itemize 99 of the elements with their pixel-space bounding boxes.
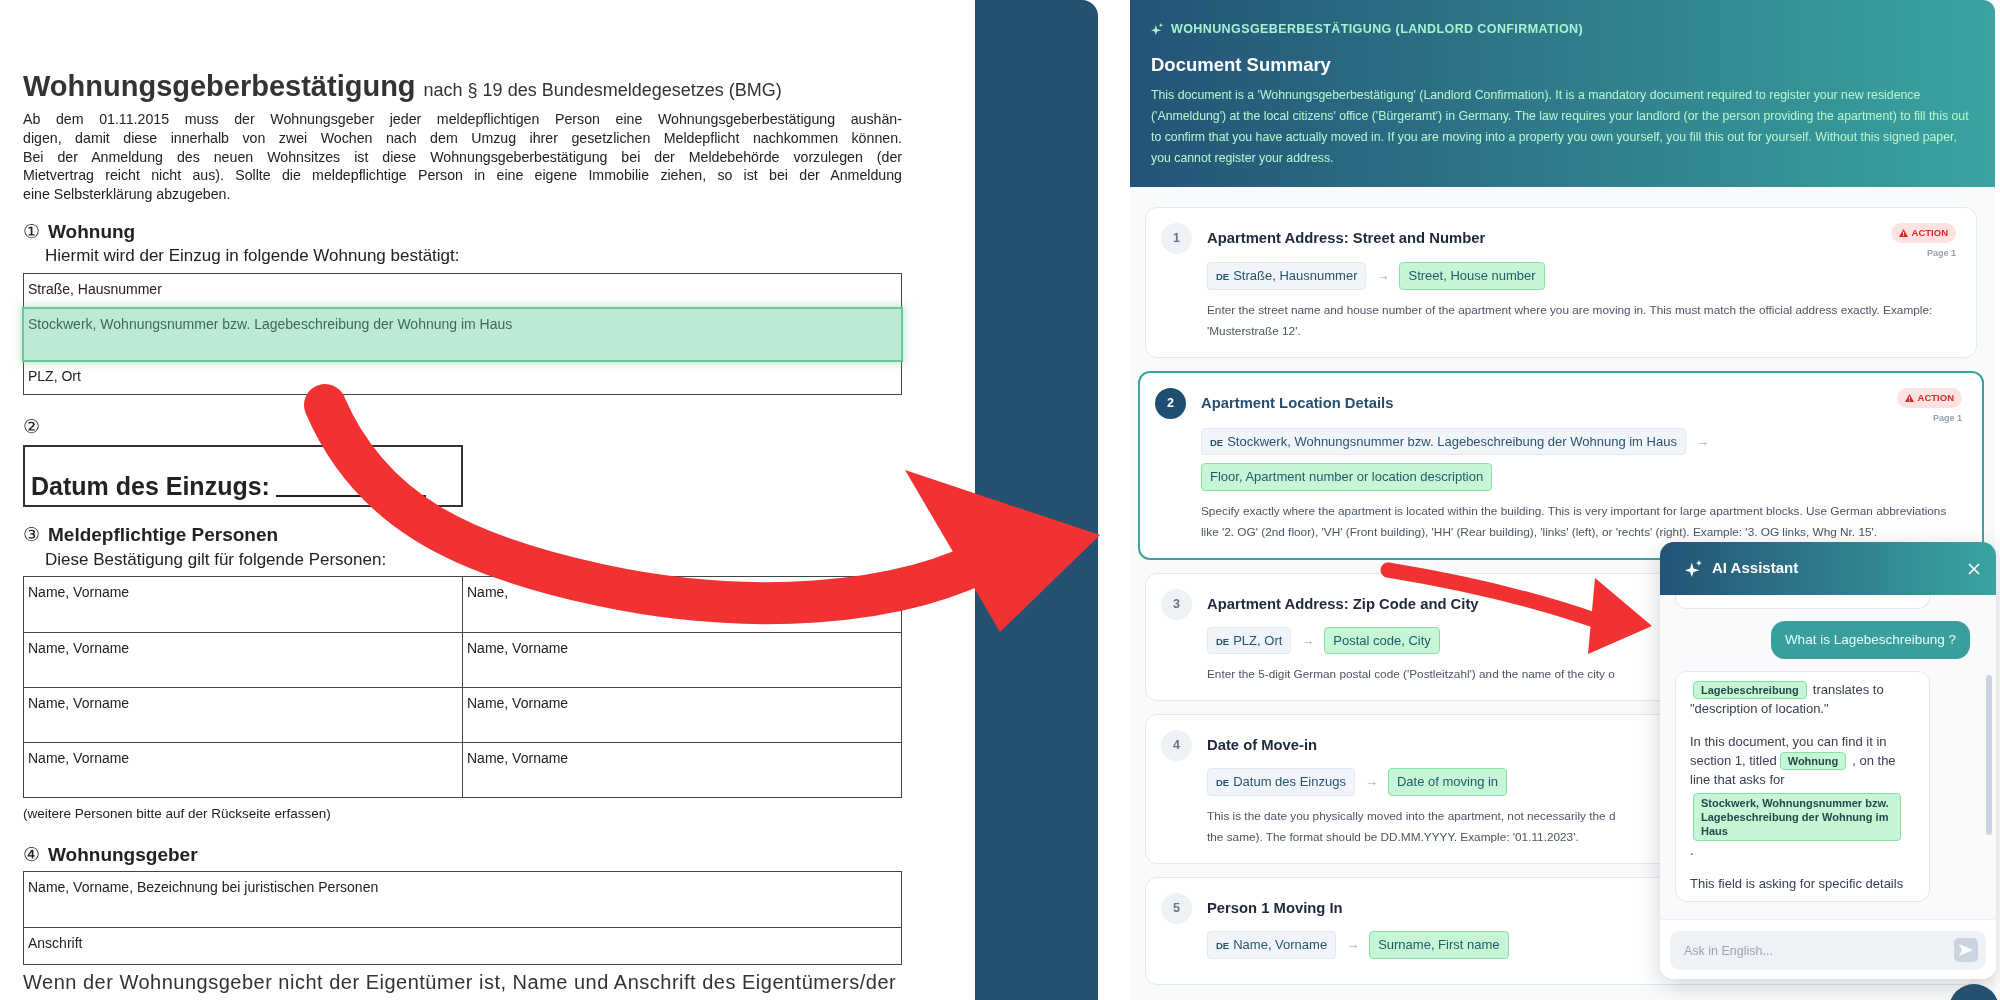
warning-icon <box>1904 393 1914 402</box>
form-field[interactable]: Anschrift <box>24 928 901 964</box>
footer-text: Wenn der Wohnungsgeber nicht der Eigentümer ist, Name und Anschrift des Eigentümers/der <box>23 971 898 994</box>
german-term: PLZ, Ort <box>1233 631 1283 650</box>
form-field[interactable]: Name, <box>462 577 901 633</box>
form-field[interactable]: Name, Vorname <box>462 743 901 798</box>
message-text: . <box>1690 842 1695 861</box>
translation-chip: Street, House number <box>1399 262 1545 290</box>
language-code: DE <box>1210 435 1224 450</box>
badge-label: ACTION <box>1911 225 1948 240</box>
translation-chip: Date of moving in <box>1387 768 1508 796</box>
section-subtitle: Diese Bestätigung gilt für folgende Personen: <box>45 549 388 571</box>
form-field[interactable]: Name, Vorname <box>462 688 901 743</box>
step-number: 5 <box>1161 892 1192 924</box>
section-heading: Meldepflichtige Personen <box>48 523 279 548</box>
card-title: Person 1 Moving In <box>1207 898 1343 918</box>
form-field[interactable]: Name, Vorname <box>462 633 901 688</box>
german-term: Straße, Hausnummer <box>1233 267 1358 286</box>
card-title: Apartment Location Details <box>1201 393 1394 413</box>
form-field[interactable]: Straße, Hausnummer <box>24 273 901 308</box>
summary-text: This document is a 'Wohnungsgeberbestätigung' (Landlord Confirmation). It is a mandatory document required to register your new residence ('Anmeldung') at the local citizens' office ('Bürgeramt') in Germany. The law requires your landlord (or the person providing the apartment) to fill this out to confirm that you have actually moved in. If you are moving into a property you own yourself, you fill this out for yourself. Without this signed paper, you cannot register your address. <box>1151 86 1970 167</box>
german-term: Stockwerk, Wohnungsnummer bzw. Lagebeschreibung der Wohnung im Haus <box>1227 432 1677 451</box>
translation-chip: Floor, Apartment number or location description <box>1201 463 1493 491</box>
close-icon <box>1968 562 1980 575</box>
card-description: Enter the street name and house number of the apartment where you are moving in. This must match the official address exactly. Example: 'Musterstraße 12'. <box>1207 301 1934 340</box>
step-number: 4 <box>1161 730 1192 762</box>
date-label: Datum des Einzugs: <box>31 470 270 502</box>
field-label: Name, Vorname <box>28 750 130 767</box>
field-label: Name, Vorname <box>28 695 130 712</box>
arrow-glyph: → <box>1695 432 1709 451</box>
form-note: (weitere Personen bitte auf der Rückseite erfassen) <box>23 805 332 824</box>
language-code: DE <box>1216 270 1230 285</box>
form-field[interactable]: Name, Vorname, Bezeichnung bei juristischen Personen <box>24 872 901 927</box>
sparkle-icon <box>1151 23 1163 36</box>
field-label: Name, Vorname, Bezeichnung bei juristischen Personen <box>28 879 379 895</box>
message-text: In this document, you can find it in section 1, titled Wohnung , on the line that asks for <box>1690 733 1897 790</box>
card-description: This is the date you physically moved into the apartment, not necessarily the d <box>1207 807 1616 825</box>
field-label: Anschrift <box>28 935 83 951</box>
close-button[interactable] <box>1968 562 1980 575</box>
section-subtitle: Hiermit wird der Einzug in folgende Wohnung bestätigt: <box>45 246 461 267</box>
language-code: DE <box>1216 776 1230 791</box>
message-text: This field is asking for specific details <box>1690 875 1905 894</box>
field-card[interactable] <box>1138 370 1984 560</box>
section-number: ② <box>23 414 40 439</box>
scrollbar-thumb[interactable] <box>1986 675 1992 835</box>
page-label: Page 1 <box>1926 246 1956 260</box>
summary-title: Document Summary <box>1151 52 1332 77</box>
chat-input[interactable]: Ask in English... <box>1670 931 1986 970</box>
field-label: Name, Vorname <box>467 695 569 712</box>
sparkle-icon <box>1685 560 1702 577</box>
term-tag: Stockwerk, Wohnungsnummer bzw. Lagebeschreibung der Wohnung im Haus <box>1693 793 1901 842</box>
field-label: Straße, Hausnummer <box>28 280 162 297</box>
language-code: DE <box>1216 634 1230 649</box>
field-label: Name, Vorname <box>28 640 130 657</box>
arrow-glyph: → <box>1301 631 1315 650</box>
section-number: ③ <box>23 523 40 548</box>
arrow-glyph: → <box>1364 773 1378 792</box>
translation-chip: Postal code, City <box>1324 626 1440 655</box>
step-number: 3 <box>1161 588 1192 620</box>
section-heading: Wohnung <box>48 220 136 244</box>
send-icon <box>1959 944 1973 956</box>
section-number: ④ <box>23 842 40 867</box>
german-term: Name, Vorname <box>1233 936 1328 955</box>
step-number: 2 <box>1155 387 1186 419</box>
card-title: Apartment Address: Street and Number <box>1207 228 1486 248</box>
card-title: Date of Move-in <box>1207 736 1318 756</box>
summary-label: WOHNUNGSGEBERBESTÄTIGUNG (LANDLORD CONFIRMATION) <box>1171 21 1583 38</box>
card-description: Specify exactly where the apartment is located within the building. This is very important for large apartment blocks. Use German abbreviations like '2. OG' (2nd floor), 'VH' (Front building), 'HH' (Rear building), 'links' (left), or 'rechts' (right). Example: '3. OG links, Whg Nr. 15'. <box>1201 502 1948 541</box>
translation-chip: Surname, First name <box>1369 931 1509 959</box>
german-term: Datum des Einzugs <box>1233 773 1346 792</box>
form-field[interactable]: Name, Vorname <box>24 577 462 633</box>
form-field[interactable]: Name, Vorname <box>24 743 462 798</box>
badge-label: ACTION <box>1917 390 1954 405</box>
fill-in-line[interactable] <box>275 495 426 498</box>
form-field[interactable]: Stockwerk, Wohnungsnummer bzw. Lagebeschreibung der Wohnung im Haus <box>24 308 901 360</box>
field-label: Name, Vorname <box>467 640 569 657</box>
arrow-glyph: → <box>1376 267 1390 286</box>
step-number: 1 <box>1161 222 1192 254</box>
arrow-glyph: → <box>1346 936 1360 955</box>
field-label: Name, <box>467 584 509 601</box>
section-heading: Wohnungsgeber <box>48 842 198 867</box>
field-label: Stockwerk, Wohnungsnummer bzw. Lagebeschreibung der Wohnung im Haus <box>28 315 513 332</box>
card-title: Apartment Address: Zip Code and City <box>1207 594 1479 614</box>
document-subtitle: nach § 19 des Bundesmeldegesetzes (BMG) <box>423 79 782 102</box>
page-label: Page 1 <box>1932 412 1962 425</box>
field-label: Name, Vorname <box>467 750 569 767</box>
form-field[interactable]: Name, Vorname <box>24 633 462 688</box>
field-label: Name, Vorname <box>28 584 130 601</box>
card-description: Enter the 5-digit German postal code ('Postleitzahl') and the name of the city o <box>1207 666 1615 684</box>
user-message: What is Lagebeschreibung ? <box>1770 621 1970 660</box>
form-field[interactable]: Name, Vorname <box>24 688 462 743</box>
language-code: DE <box>1216 939 1230 954</box>
section-number: ① <box>23 220 40 244</box>
field-label: PLZ, Ort <box>28 367 81 384</box>
form-field[interactable]: PLZ, Ort <box>24 360 901 394</box>
intro-paragraph: Ab dem 01.11.2015 muss der Wohnungsgeber jeder meldepflichtigen Person eine Wohnungsgeberbestätigung aushän- digen, damit diese innerhalb von zwei Wochen nach dem Umzug ihrer gesetzlichen Meldepflicht nachkommen können. Bei der Anmeldung des neuen Wohnsitzes ist diese Wohnungsgeberbestätigung bei der Meldebehörde vorzulegen (der Mietvertrag reicht nicht aus). Sollte die meldepflichtige Person in eine eigene Immobilie ziehen, so ist bei der Anmeldung eine Selbsterklärung abzugeben. <box>23 110 902 204</box>
warning-icon <box>1898 228 1908 237</box>
document-title: Wohnungsgeberbestätigung <box>23 72 416 101</box>
card-description: the same). The format should be DD.MM.YYYY. Example: '01.11.2023'. <box>1207 828 1579 846</box>
